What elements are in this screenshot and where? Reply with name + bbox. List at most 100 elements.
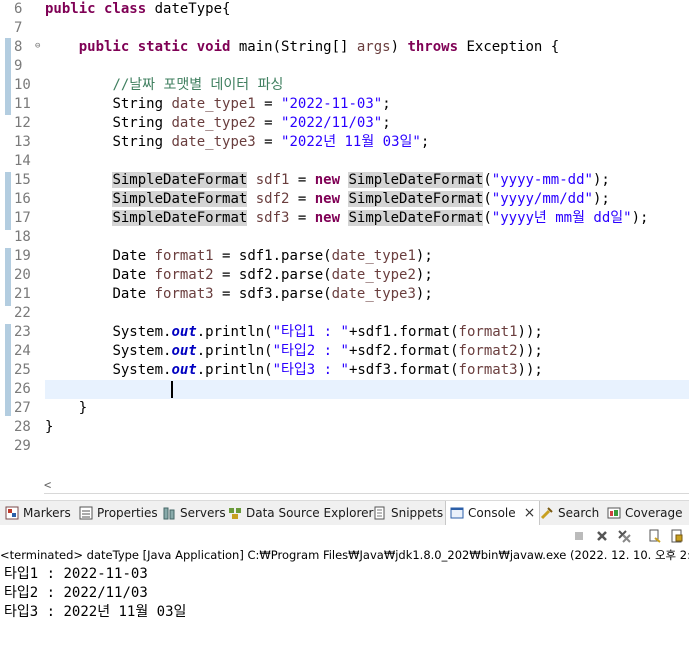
code-area[interactable]: public class dateType{ public static voi… (45, 0, 689, 460)
scroll-lock-icon[interactable] (670, 529, 684, 543)
keyword: new (314, 210, 341, 226)
code-text: ); (415, 286, 433, 302)
tab-servers[interactable]: Servers (162, 501, 226, 525)
scroll-left-arrow[interactable]: < (44, 478, 51, 492)
code-text: +sdf1.format( (348, 324, 459, 340)
servers-icon (163, 507, 175, 520)
line-number: 11 (14, 96, 31, 112)
code-text: )); (517, 343, 543, 359)
keyword: new (314, 191, 341, 207)
line-number: 7 (14, 20, 23, 36)
variable: sdf3 (255, 210, 290, 226)
tab-label: Snippets (391, 506, 444, 520)
code-text: ; (420, 134, 430, 150)
variable: format3 (458, 362, 518, 378)
code-text: System. (112, 324, 172, 340)
code-text: = (255, 96, 282, 112)
console-output-line: 타입3 : 2022년 11월 03일 (4, 604, 187, 620)
occurrence-highlight: SimpleDateFormat (112, 172, 248, 188)
code-text: ) (390, 39, 408, 55)
line-number: 23 (14, 324, 31, 340)
tab-label: Search (558, 506, 600, 520)
tab-label: Data Source Explorer (246, 506, 374, 520)
tab-markers[interactable]: Markers (5, 501, 71, 525)
code-editor[interactable]: 6 7 8 ⊖ 9 10 11 12 13 14 15 16 17 18 19 … (0, 0, 689, 470)
comment: //날짜 포맷별 데이터 파싱 (112, 77, 284, 93)
code-text: dateType{ (146, 1, 231, 17)
code-text: String (112, 96, 172, 112)
code-text: Date (112, 248, 155, 264)
code-text: .println( (196, 324, 273, 340)
line-number: 29 (14, 438, 31, 454)
line-number: 13 (14, 134, 31, 150)
code-line: //날짜 포맷별 데이터 파싱 (45, 76, 689, 95)
code-text: System. (112, 343, 172, 359)
change-marker (5, 38, 11, 115)
code-line: SimpleDateFormat sdf1 = new SimpleDateFo… (112, 172, 610, 188)
console-output-line: 타입2 : 2022/11/03 (4, 585, 148, 601)
line-number: 27 (14, 400, 31, 416)
keyword: throws (407, 39, 459, 55)
view-tab-bar: Markers Properties Servers Data Source E… (0, 500, 689, 525)
string-literal: "타입1 : " (272, 324, 349, 340)
terminate-icon[interactable] (572, 529, 586, 543)
tab-label: Markers (23, 506, 71, 520)
tab-coverage[interactable]: Coverage (607, 501, 683, 525)
code-text: main(String[] (230, 39, 357, 55)
code-line: String date_type3 = "2022년 11월 03일"; (45, 133, 689, 152)
string-literal: "2022-11-03" (281, 96, 383, 112)
close-icon[interactable]: × (524, 505, 536, 521)
change-ruler (0, 0, 14, 470)
code-text: = sdf3.parse( (213, 286, 332, 302)
tab-search[interactable]: Search (540, 501, 599, 525)
line-number: 22 (14, 305, 31, 321)
code-line: System.out.println("타입3 : "+sdf3.format(… (45, 361, 689, 380)
line-number: 17 (14, 210, 31, 226)
fold-collapse-icon[interactable]: ⊖ (35, 37, 40, 56)
keyword: public static void (78, 39, 231, 55)
line-number: 12 (14, 115, 31, 131)
occurrence-highlight: SimpleDateFormat (112, 210, 248, 226)
tab-snippets[interactable]: Snippets (373, 501, 443, 525)
properties-icon (79, 506, 93, 520)
line-number: 28 (14, 419, 31, 435)
code-text: .println( (196, 362, 273, 378)
tab-console[interactable]: Console × (445, 501, 541, 525)
occurrence-highlight: SimpleDateFormat (348, 191, 484, 207)
string-literal: "yyyy/mm/dd" (491, 191, 593, 207)
tab-data-source-explorer[interactable]: Data Source Explorer (228, 501, 373, 525)
current-line[interactable] (45, 380, 689, 399)
line-number: 24 (14, 343, 31, 359)
remove-all-terminated-icon[interactable] (617, 529, 631, 543)
code-text: Date (112, 286, 155, 302)
code-text: ; (382, 115, 391, 131)
remove-launch-icon[interactable] (595, 529, 609, 543)
code-line: public class dateType{ (45, 0, 689, 19)
text-caret (171, 380, 174, 398)
string-literal: "2022년 11월 03일" (281, 134, 421, 150)
tab-properties[interactable]: Properties (79, 501, 158, 525)
tab-label: Coverage (625, 506, 683, 520)
horizontal-scrollbar[interactable] (44, 493, 689, 494)
code-line: System.out.println("타입2 : "+sdf2.format(… (45, 342, 689, 361)
line-number: 8 (14, 39, 23, 55)
variable: date_type1 (171, 96, 256, 112)
line-number: 16 (14, 191, 31, 207)
variable: sdf1 (255, 172, 290, 188)
clear-console-icon[interactable] (648, 529, 662, 543)
code-text: String (112, 134, 172, 150)
string-literal: "yyyy년 mm월 dd일" (491, 210, 632, 226)
variable: date_type3 (171, 134, 256, 150)
change-marker (5, 324, 11, 416)
code-line: System.out.println("타입1 : "+sdf1.format(… (45, 323, 689, 342)
code-text: String (112, 115, 172, 131)
code-text: Date (112, 267, 155, 283)
occurrence-highlight: SimpleDateFormat (348, 210, 484, 226)
line-number: 15 (14, 172, 31, 188)
code-text: ); (415, 248, 433, 264)
change-marker (5, 172, 11, 230)
code-text: )); (517, 324, 543, 340)
line-number: 20 (14, 267, 31, 283)
line-number: 18 (14, 229, 31, 245)
code-text: ); (415, 267, 433, 283)
